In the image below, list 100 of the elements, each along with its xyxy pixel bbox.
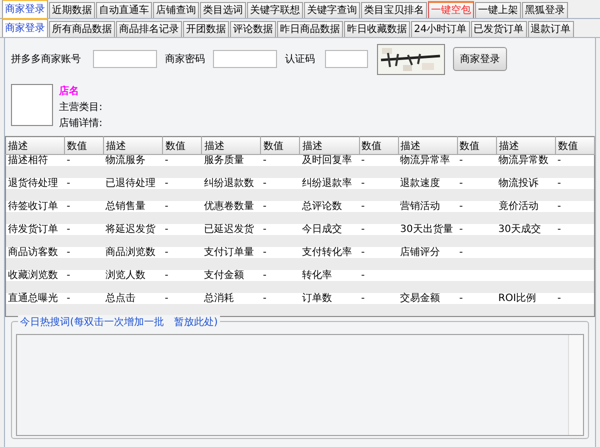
table-cell: 纠纷退款率 bbox=[302, 178, 352, 189]
table-cell: 商品访客数 bbox=[8, 247, 58, 258]
table-cell: - bbox=[459, 224, 463, 235]
tab[interactable]: 自动直通车 bbox=[96, 2, 152, 18]
tab[interactable]: 昨日商品数据 bbox=[277, 21, 343, 37]
table-cell: 已退待处理 bbox=[106, 178, 156, 189]
column-header[interactable]: 描述 bbox=[398, 136, 458, 154]
group-title: 今日热搜词(每双击一次增加一批 暂放此处) bbox=[18, 315, 220, 329]
tab[interactable]: 已发货订单 bbox=[470, 21, 527, 37]
table-cell: - bbox=[459, 247, 463, 258]
table-cell: 店铺评分 bbox=[400, 247, 440, 258]
tab[interactable]: 商家登录 bbox=[2, 0, 48, 18]
tab[interactable]: 24小时订单 bbox=[411, 21, 470, 37]
column-header[interactable]: 描述 bbox=[6, 136, 65, 154]
table-cell: - bbox=[164, 224, 168, 235]
tab[interactable]: 退款订单 bbox=[528, 21, 574, 37]
table-cell: 已延迟发货 bbox=[204, 224, 254, 235]
tab[interactable]: 类目宝贝排名 bbox=[361, 2, 427, 18]
table-cell: 物流异常率 bbox=[400, 155, 450, 166]
table-cell: 总销售量 bbox=[106, 201, 146, 212]
column-header[interactable]: 数值 bbox=[555, 136, 594, 154]
tab[interactable]: 关键字查询 bbox=[304, 2, 360, 18]
column-header[interactable]: 数值 bbox=[457, 136, 496, 154]
column-header[interactable]: 描述 bbox=[104, 136, 163, 154]
tab[interactable]: 开团数据 bbox=[183, 21, 229, 37]
account-label: 拼多多商家账号 bbox=[11, 52, 82, 66]
table-cell: - bbox=[557, 178, 561, 189]
tab[interactable]: 昨日收藏数据 bbox=[344, 21, 410, 37]
table-cell: - bbox=[262, 247, 267, 258]
table-cell: - bbox=[164, 293, 168, 304]
tab[interactable]: 一键上架 bbox=[475, 2, 521, 18]
table-cell: - bbox=[361, 155, 365, 166]
table-cell: 优惠卷数量 bbox=[204, 201, 254, 212]
table-cell: 将延迟发货 bbox=[106, 224, 156, 235]
password-label: 商家密码 bbox=[165, 52, 205, 66]
table-cell: - bbox=[459, 155, 463, 166]
tab[interactable]: 类目选词 bbox=[200, 2, 246, 18]
column-header[interactable]: 描述 bbox=[300, 136, 360, 154]
table-cell: - bbox=[459, 178, 463, 189]
table-cell: 交易金额 bbox=[400, 293, 440, 304]
table-cell: - bbox=[66, 155, 70, 166]
tab[interactable]: 商家登录 bbox=[2, 18, 48, 37]
table-cell: - bbox=[361, 270, 365, 281]
detail-label: 店铺详情: bbox=[59, 116, 102, 130]
text-area[interactable] bbox=[16, 334, 584, 436]
shop-name: 店名 bbox=[59, 84, 80, 98]
column-header[interactable]: 数值 bbox=[162, 136, 202, 154]
table-cell: - bbox=[164, 178, 168, 189]
column-header[interactable]: 数值 bbox=[64, 136, 104, 154]
table-cell: - bbox=[164, 201, 168, 212]
table-cell: 待发货订单 bbox=[8, 224, 58, 235]
tab[interactable]: 店铺查询 bbox=[153, 2, 199, 18]
login-button[interactable]: 商家登录 bbox=[453, 47, 507, 71]
column-header[interactable]: 数值 bbox=[260, 136, 300, 154]
table-cell: 及时回复率 bbox=[302, 155, 352, 166]
category-label: 主营类目: bbox=[59, 100, 102, 114]
tab[interactable]: 所有商品数据 bbox=[49, 21, 115, 37]
table-cell: - bbox=[459, 201, 463, 212]
table-cell: - bbox=[66, 201, 70, 212]
table-cell: 30天出货量 bbox=[400, 224, 453, 235]
scrollbar[interactable] bbox=[568, 335, 583, 435]
column-header[interactable]: 描述 bbox=[496, 136, 556, 154]
tab[interactable]: 商品排名记录 bbox=[116, 21, 182, 37]
table-cell: 支付转化率 bbox=[302, 247, 352, 258]
table-cell: 今日成交 bbox=[302, 224, 342, 235]
table-cell: 收藏浏览数 bbox=[8, 270, 58, 281]
table-cell: 描述相符 bbox=[8, 155, 48, 166]
table-cell: - bbox=[557, 201, 561, 212]
table-cell: - bbox=[361, 293, 365, 304]
shop-image-frame bbox=[11, 84, 53, 126]
table-cell: - bbox=[262, 293, 267, 304]
tab[interactable]: 黑狐登录 bbox=[522, 2, 568, 18]
column-header[interactable]: 描述 bbox=[202, 136, 261, 154]
table-cell: 物流服务 bbox=[106, 155, 146, 166]
table-cell: - bbox=[66, 293, 70, 304]
table-cell: 物流投诉 bbox=[498, 178, 538, 189]
table-cell: - bbox=[361, 224, 365, 235]
tab[interactable]: 近期数据 bbox=[49, 2, 95, 18]
table-cell: - bbox=[262, 201, 267, 212]
table-cell: - bbox=[262, 224, 267, 235]
password-field[interactable] bbox=[213, 50, 277, 68]
account-field[interactable] bbox=[93, 50, 157, 68]
table-cell: 直通总曝光 bbox=[8, 293, 58, 304]
table-cell: ROI比例 bbox=[498, 293, 536, 304]
table-cell: - bbox=[66, 178, 70, 189]
table-cell: - bbox=[262, 270, 267, 281]
table-cell: - bbox=[557, 224, 561, 235]
captcha-field[interactable] bbox=[325, 50, 368, 68]
table-cell: 总点击 bbox=[106, 293, 136, 304]
table-cell: 30天成交 bbox=[498, 224, 542, 235]
table-cell: - bbox=[361, 178, 365, 189]
table-cell: 退货待处理 bbox=[8, 178, 58, 189]
column-header[interactable]: 数值 bbox=[359, 136, 398, 154]
table-cell: 商品浏览数 bbox=[106, 247, 156, 258]
tab[interactable]: 评论数据 bbox=[230, 21, 276, 37]
table-cell: - bbox=[164, 155, 168, 166]
table-cell: - bbox=[361, 201, 365, 212]
table-cell: 退款速度 bbox=[400, 178, 440, 189]
tab[interactable]: 关键字联想 bbox=[247, 2, 303, 18]
table-cell: 服务质量 bbox=[204, 155, 244, 166]
